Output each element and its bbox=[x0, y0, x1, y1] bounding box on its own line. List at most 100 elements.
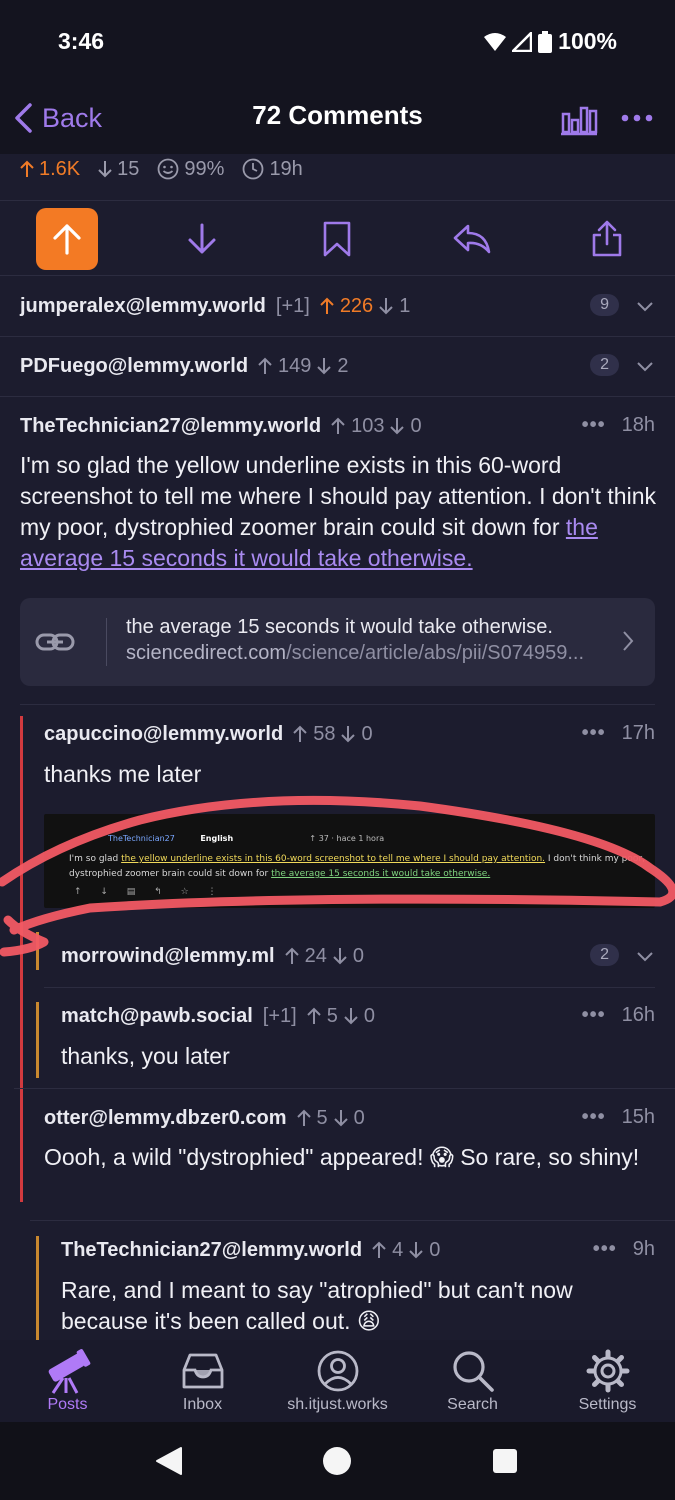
comment-author[interactable]: otter@lemmy.dbzer0.com bbox=[44, 1107, 287, 1130]
search-icon bbox=[452, 1351, 494, 1392]
arrow-up-icon bbox=[306, 1007, 321, 1024]
comment-header-collapsed[interactable]: jumperalex@lemmy.world [+1] 226 1 9 bbox=[20, 276, 655, 336]
arrow-up-icon bbox=[258, 357, 272, 374]
comment-score: 58 0 bbox=[293, 723, 373, 746]
status-time: 3:46 bbox=[58, 28, 105, 54]
arrow-up-icon bbox=[320, 297, 334, 314]
comment-score: 5 0 bbox=[306, 1005, 375, 1028]
comment-score: 103 0 bbox=[331, 415, 422, 438]
comment-body: I'm so glad the yellow underline exists … bbox=[20, 452, 656, 571]
arrow-up-icon bbox=[20, 160, 34, 177]
chevron-down-icon[interactable] bbox=[635, 356, 655, 376]
chevron-right-icon bbox=[623, 631, 634, 651]
gear-icon bbox=[586, 1349, 629, 1393]
arrow-down-icon bbox=[344, 1008, 358, 1025]
comment-header-collapsed[interactable]: PDFuego@lemmy.world 149 2 2 bbox=[20, 336, 655, 396]
comment-time: ••• 17h bbox=[581, 722, 655, 745]
comment-more-button[interactable]: ••• bbox=[582, 414, 606, 437]
upvote-button[interactable] bbox=[36, 208, 98, 270]
arrow-down-icon bbox=[98, 161, 112, 178]
tab-label: Inbox bbox=[182, 1396, 223, 1413]
reply-count-badge: 9 bbox=[590, 294, 619, 316]
red-annotation-scribble bbox=[0, 795, 675, 957]
reply-button[interactable] bbox=[441, 208, 503, 270]
tab-search[interactable]: Search bbox=[405, 1346, 540, 1414]
comment-score: 5 0 bbox=[296, 1107, 365, 1130]
post-action-bar bbox=[0, 202, 675, 274]
comment-author[interactable]: capuccino@lemmy.world bbox=[44, 723, 283, 746]
bookmark-icon bbox=[323, 221, 351, 257]
system-back-icon[interactable] bbox=[155, 1446, 183, 1476]
telescope-icon bbox=[48, 1349, 90, 1394]
comment-header[interactable]: TheTechnician27@lemmy.world 103 0 ••• 18… bbox=[20, 396, 655, 456]
link-url: sciencedirect.com/science/article/abs/pi… bbox=[126, 642, 585, 664]
signal-icon bbox=[512, 31, 533, 52]
more-dots-icon bbox=[621, 114, 653, 122]
arrow-down-icon bbox=[390, 418, 405, 435]
tab-posts[interactable]: Posts bbox=[0, 1346, 135, 1414]
comment-score: 4 0 bbox=[372, 1239, 440, 1262]
save-button[interactable] bbox=[306, 208, 368, 270]
post-age: 19h bbox=[242, 158, 303, 181]
comment-author[interactable]: TheTechnician27@lemmy.world bbox=[20, 415, 321, 438]
comment-body: thanks me later bbox=[44, 761, 202, 787]
arrow-up-icon bbox=[293, 725, 307, 742]
comment-more-button[interactable]: ••• bbox=[593, 1238, 617, 1261]
share-button[interactable] bbox=[576, 208, 638, 270]
comment-time: ••• 9h bbox=[592, 1238, 655, 1261]
comment-tag: [+1] bbox=[275, 294, 310, 317]
inbox-icon bbox=[182, 1353, 223, 1389]
comment-more-button[interactable]: ••• bbox=[582, 1106, 606, 1129]
battery-icon bbox=[538, 30, 553, 53]
battery-percent: 100% bbox=[558, 28, 617, 54]
comment-time: ••• 15h bbox=[581, 1106, 655, 1129]
link-preview-card[interactable]: the average 15 seconds it would take oth… bbox=[20, 598, 655, 686]
link-title: the average 15 seconds it would take oth… bbox=[126, 616, 553, 638]
share-icon bbox=[592, 220, 622, 257]
post-upvotes: 1.6K bbox=[20, 158, 80, 181]
link-icon bbox=[35, 633, 75, 651]
tab-label: Posts bbox=[47, 1396, 88, 1413]
comment-author[interactable]: match@pawb.social bbox=[61, 1005, 253, 1028]
comment-header[interactable]: TheTechnician27@lemmy.world 4 0 ••• 9h bbox=[61, 1220, 655, 1280]
post-downvotes: 15 bbox=[98, 158, 139, 181]
tab-inbox[interactable]: Inbox bbox=[135, 1346, 270, 1414]
comment-more-button[interactable]: ••• bbox=[582, 1004, 606, 1027]
comment-score: 226 1 bbox=[320, 295, 410, 318]
bar-chart-icon bbox=[561, 106, 598, 136]
tab-settings[interactable]: Settings bbox=[540, 1346, 675, 1414]
smiley-icon bbox=[158, 158, 179, 180]
arrow-down-icon bbox=[341, 726, 356, 743]
chevron-down-icon[interactable] bbox=[635, 296, 655, 316]
system-home-icon[interactable] bbox=[322, 1446, 352, 1476]
clock-icon bbox=[243, 158, 264, 180]
comment-header[interactable]: capuccino@lemmy.world 58 0 ••• 17h bbox=[44, 704, 655, 764]
comment-header[interactable]: otter@lemmy.dbzer0.com 5 0 ••• 15h bbox=[44, 1088, 655, 1148]
post-ratio: 99% bbox=[157, 158, 224, 181]
downvote-button[interactable] bbox=[171, 208, 233, 270]
arrow-up-icon bbox=[296, 1109, 311, 1126]
wifi-icon bbox=[484, 32, 507, 51]
comment-author[interactable]: TheTechnician27@lemmy.world bbox=[61, 1239, 362, 1262]
comment-body: Oooh, a wild "dystrophied" appeared! 😱 S… bbox=[44, 1144, 640, 1170]
arrow-up-icon bbox=[331, 417, 345, 434]
stats-chart-button[interactable] bbox=[560, 100, 598, 141]
thread-depth-bar bbox=[20, 1102, 23, 1202]
tab-label: sh.itjust.works bbox=[287, 1396, 388, 1413]
reply-count-badge: 2 bbox=[590, 354, 619, 376]
card-divider bbox=[106, 618, 107, 666]
arrow-down-icon bbox=[188, 223, 216, 254]
reply-icon bbox=[453, 224, 491, 254]
more-options-button[interactable] bbox=[620, 100, 654, 144]
post-stats: 1.6K 15 99% 19h bbox=[20, 154, 303, 184]
thread-depth-bar bbox=[36, 1002, 39, 1078]
comment-body: Rare, and I meant to say "atrophied" but… bbox=[61, 1277, 573, 1334]
comment-more-button[interactable]: ••• bbox=[582, 722, 606, 745]
tab-label: Settings bbox=[578, 1396, 637, 1413]
comment-tag: [+1] bbox=[262, 1004, 297, 1027]
comment-author[interactable]: PDFuego@lemmy.world bbox=[20, 355, 248, 378]
comment-header[interactable]: match@pawb.social [+1] 5 0 ••• 16h bbox=[61, 986, 655, 1046]
comment-author[interactable]: jumperalex@lemmy.world bbox=[20, 295, 266, 318]
system-recents-icon[interactable] bbox=[492, 1448, 518, 1474]
tab-profile[interactable]: sh.itjust.works bbox=[270, 1346, 405, 1414]
